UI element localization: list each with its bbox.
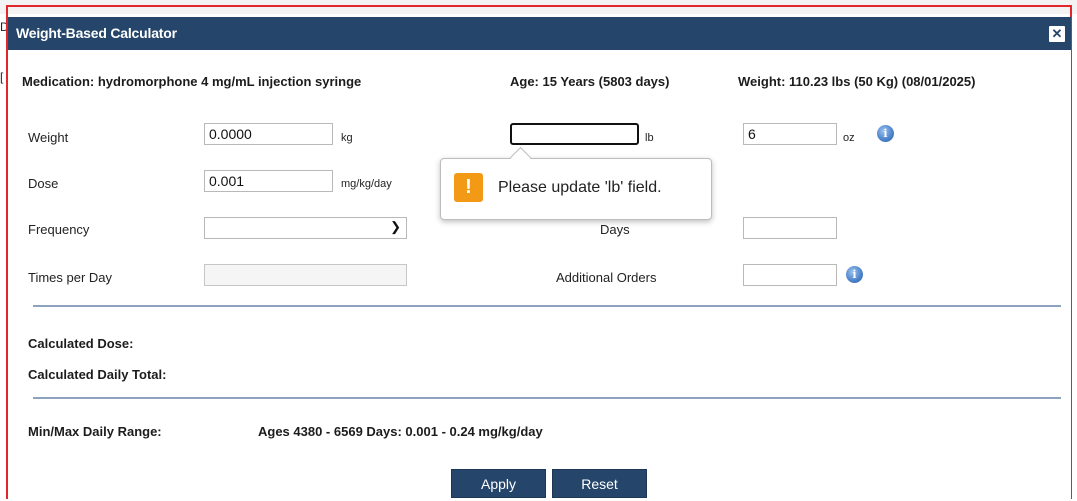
chevron-down-icon: ❯ [390, 219, 401, 234]
weight-label: Weight [28, 130, 69, 145]
validation-message: Please update 'lb' field. [498, 179, 662, 196]
age-info: Age: 15 Years (5803 days) [510, 74, 670, 89]
apply-button[interactable]: Apply [451, 469, 546, 498]
frequency-select[interactable]: ❯ [204, 217, 407, 239]
times-per-day-input[interactable] [204, 264, 407, 286]
section-divider [33, 397, 1061, 399]
info-icon[interactable]: i [877, 125, 894, 142]
tooltip-arrow [509, 146, 532, 169]
dialog-titlebar: Weight-Based Calculator ✕ [8, 17, 1071, 50]
info-icon[interactable]: i [846, 266, 863, 283]
times-per-day-label: Times per Day [28, 270, 113, 285]
additional-orders-label: Additional Orders [556, 270, 657, 285]
weight-lb-input[interactable] [510, 123, 639, 145]
frequency-label: Frequency [28, 222, 90, 237]
dialog-title: Weight-Based Calculator [16, 25, 177, 41]
weight-oz-input[interactable] [743, 123, 837, 145]
additional-orders-input[interactable] [743, 264, 837, 286]
medication-info: Medication: hydromorphone 4 mg/mL inject… [22, 74, 362, 89]
dose-unit: mg/kg/day [341, 178, 392, 190]
days-label: Days [600, 222, 630, 237]
weight-based-calculator-dialog: Weight-Based Calculator ✕ Medication: hy… [8, 17, 1071, 501]
section-divider [33, 305, 1061, 307]
reset-button[interactable]: Reset [552, 469, 647, 498]
days-input[interactable] [743, 217, 837, 239]
weight-info: Weight: 110.23 lbs (50 Kg) (08/01/2025) [738, 74, 976, 89]
calculated-dose-label: Calculated Dose: [28, 336, 134, 351]
background-page-strip [0, 0, 1077, 14]
dose-input[interactable] [204, 170, 333, 192]
close-icon[interactable]: ✕ [1049, 26, 1065, 42]
warning-icon: ! [454, 173, 483, 202]
oz-unit: oz [843, 132, 855, 144]
lb-unit: lb [645, 132, 654, 144]
validation-tooltip: ! Please update 'lb' field. [440, 146, 712, 220]
calculated-daily-total-label: Calculated Daily Total: [28, 367, 167, 382]
dose-label: Dose [28, 176, 59, 191]
weight-kg-input[interactable] [204, 123, 333, 145]
kg-unit: kg [341, 132, 353, 144]
background-page-fragment: [ [0, 70, 4, 84]
min-max-range-label: Min/Max Daily Range: [28, 424, 162, 439]
min-max-range-value: Ages 4380 - 6569 Days: 0.001 - 0.24 mg/k… [258, 424, 543, 439]
